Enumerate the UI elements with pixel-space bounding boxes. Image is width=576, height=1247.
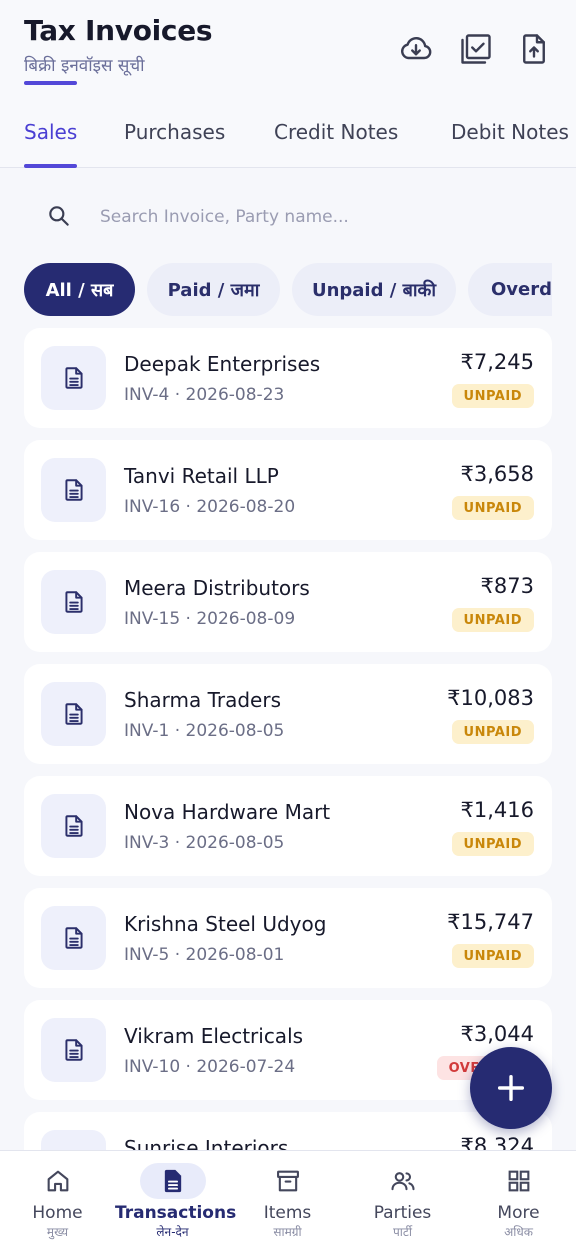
invoice-list: Deepak Enterprises INV-4 · 2026-08-23 ₹7… [0,328,576,1150]
invoice-amount: ₹10,083 [447,686,534,710]
invoice-card[interactable]: Deepak Enterprises INV-4 · 2026-08-23 ₹7… [24,328,552,428]
nav-sublabel: लेन-देन [156,1225,189,1239]
tab-sales[interactable]: Sales [24,120,77,144]
people-icon [370,1163,436,1199]
invoice-meta: INV-5 · 2026-08-01 [124,945,285,965]
nav-item-home[interactable]: Home मुख्य [0,1151,115,1247]
nav-item-transactions[interactable]: Transactions लेन-देन [115,1151,237,1247]
page-subtitle: बिक्री इनवॉइस सूची [24,56,145,76]
nav-label: Home [32,1203,83,1223]
checklist-icon[interactable] [457,30,495,68]
nav-label: Parties [373,1203,432,1223]
nav-sublabel: अधिक [504,1225,533,1239]
invoice-doc-icon [41,794,106,858]
status-filter-chips: All / सब Paid / जमा Unpaid / बाकी Overdu… [24,263,552,317]
invoice-meta: INV-15 · 2026-08-09 [124,609,296,629]
invoice-doc-icon [41,682,106,746]
invoice-list-screen: Tax Invoices बिक्री इनवॉइस सूची Sales Pu… [0,0,576,1247]
party-name: Deepak Enterprises [124,352,321,376]
invoice-meta: INV-3 · 2026-08-05 [124,833,285,853]
party-name: Sharma Traders [124,688,281,712]
status-badge: UNPAID [451,496,534,520]
status-badge: UNPAID [451,832,534,856]
status-badge: UNPAID [451,608,534,632]
nav-item-items[interactable]: Items सामग्री [230,1151,345,1247]
nav-item-more[interactable]: More अधिक [461,1151,576,1247]
filter-chip-all[interactable]: All / सब [24,263,135,316]
invoice-type-tabs: Sales Purchases Credit Notes Debit Notes [0,110,576,168]
invoice-meta: INV-10 · 2026-07-24 [124,1057,296,1077]
invoice-amount: ₹8,324 [460,1134,534,1150]
invoice-card[interactable]: Krishna Steel Udyog INV-5 · 2026-08-01 ₹… [24,888,552,988]
add-invoice-button[interactable] [470,1047,552,1129]
tab-purchases[interactable]: Purchases [124,120,225,144]
party-name: Sunrise Interiors [124,1136,289,1150]
search-icon [49,206,69,226]
invoice-meta: INV-1 · 2026-08-05 [124,721,285,741]
status-badge: UNPAID [451,384,534,408]
nav-label: Transactions [115,1203,237,1223]
nav-sublabel: मुख्य [46,1225,69,1239]
active-tab-indicator [24,164,77,168]
search-bar [24,188,552,244]
status-badge: UNPAID [451,720,534,744]
party-name: Meera Distributors [124,576,310,600]
invoice-card[interactable]: Sunrise Interiors ₹8,324 [24,1112,552,1150]
archive-box-icon [255,1163,321,1199]
filter-chip-unpaid[interactable]: Unpaid / बाकी [292,263,456,316]
invoice-card[interactable]: Tanvi Retail LLP INV-16 · 2026-08-20 ₹3,… [24,440,552,540]
bottom-navigation: Home मुख्य Transactions लेन-देन Items सा… [0,1150,576,1247]
nav-label: More [497,1203,540,1223]
invoice-amount: ₹3,658 [460,462,534,486]
invoice-doc-icon [41,458,106,522]
filter-chip-overdue[interactable]: Overdue [468,263,552,316]
invoice-doc-icon [41,1018,106,1082]
invoice-doc-icon [41,570,106,634]
party-name: Krishna Steel Udyog [124,912,327,936]
nav-sublabel: पार्टी [392,1225,413,1239]
invoice-amount: ₹873 [480,574,534,598]
grid-icon [486,1163,552,1199]
invoice-doc-icon [41,346,106,410]
invoice-doc-icon [41,1130,106,1150]
invoice-amount: ₹3,044 [460,1022,534,1046]
filter-chip-paid[interactable]: Paid / जमा [147,263,280,316]
status-badge: UNPAID [451,944,534,968]
invoice-amount: ₹7,245 [460,350,534,374]
plus-icon [497,1074,525,1102]
invoice-meta: INV-16 · 2026-08-20 [124,497,296,517]
party-name: Vikram Electricals [124,1024,304,1048]
search-input[interactable] [100,202,540,232]
party-name: Tanvi Retail LLP [124,464,279,488]
upload-file-icon[interactable] [515,30,553,68]
title-underline [24,81,77,85]
document-icon [139,1163,206,1199]
invoice-amount: ₹15,747 [447,910,534,934]
nav-sublabel: सामग्री [273,1225,302,1239]
invoice-meta: INV-4 · 2026-08-23 [124,385,285,405]
tab-credit-notes[interactable]: Credit Notes [274,120,398,144]
invoice-card[interactable]: Sharma Traders INV-1 · 2026-08-05 ₹10,08… [24,664,552,764]
invoice-card[interactable]: Meera Distributors INV-15 · 2026-08-09 ₹… [24,552,552,652]
cloud-download-icon[interactable] [397,30,435,68]
invoice-amount: ₹1,416 [460,798,534,822]
nav-item-parties[interactable]: Parties पार्टी [345,1151,460,1247]
party-name: Nova Hardware Mart [124,800,331,824]
page-title: Tax Invoices [24,14,213,47]
app-header: Tax Invoices बिक्री इनवॉइस सूची Sales Pu… [0,0,576,168]
home-icon [25,1163,91,1199]
nav-label: Items [263,1203,312,1223]
invoice-card[interactable]: Nova Hardware Mart INV-3 · 2026-08-05 ₹1… [24,776,552,876]
invoice-doc-icon [41,906,106,970]
tab-debit-notes[interactable]: Debit Notes [451,120,569,144]
